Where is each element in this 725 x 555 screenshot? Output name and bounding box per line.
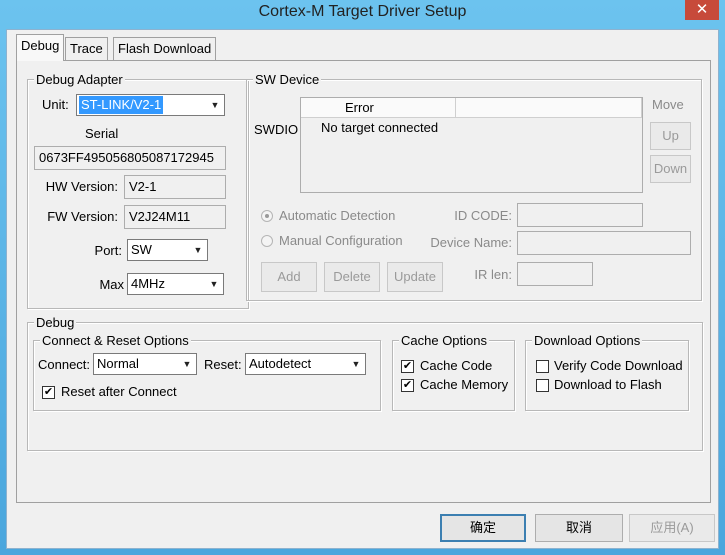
apply-button[interactable]: 应用(A) [629,514,715,542]
add-button[interactable]: Add [261,262,317,292]
reset-label: Reset: [204,357,242,372]
verify-download-checkbox[interactable] [536,360,549,373]
connect-value: Normal [97,356,139,371]
delete-button[interactable]: Delete [324,262,380,292]
list-item: No target connected [321,120,439,135]
port-label: Port: [94,243,122,258]
unit-value: ST-LINK/V2-1 [79,96,164,114]
chevron-down-icon: ▼ [182,359,192,369]
group-title: Download Options [532,333,643,348]
manual-config-radio[interactable] [261,235,273,247]
dialog-window: Cortex-M Target Driver Setup ✕ Debug Tra… [0,0,725,555]
port-value: SW [131,242,152,257]
download-to-flash-label: Download to Flash [554,377,662,392]
device-name-field [517,231,691,255]
download-to-flash-checkbox[interactable] [536,379,549,392]
tab-trace[interactable]: Trace [65,37,108,60]
verify-download-label: Verify Code Download [554,358,683,373]
reset-select[interactable]: Autodetect ▼ [245,353,366,375]
manual-config-label: Manual Configuration [279,233,403,248]
connect-label: Connect: [38,357,91,372]
hw-version-field: V2-1 [124,175,226,199]
id-code-field [517,203,643,227]
sw-device-list[interactable]: Error No target connected [300,97,643,193]
group-title: Connect & Reset Options [40,333,191,348]
ir-len-field [517,262,593,286]
unit-label: Unit: [42,97,69,112]
group-title: Debug [34,315,77,330]
dialog-client: Debug Trace Flash Download Debug Adapter… [6,29,719,549]
list-header-extra [456,98,642,118]
tab-flash-download[interactable]: Flash Download [113,37,217,60]
move-label: Move [652,97,684,112]
cache-memory-label: Cache Memory [420,377,509,392]
serial-label: Serial [85,126,119,141]
update-button[interactable]: Update [387,262,443,292]
id-code-label: ID CODE: [454,208,512,223]
cancel-button[interactable]: 取消 [535,514,623,542]
connect-reset-group: Connect & Reset Options Connect: Normal … [33,333,381,411]
fw-version-label: FW Version: [47,209,118,224]
move-down-button[interactable]: Down [650,155,691,183]
ok-button[interactable]: 确定 [440,514,526,542]
reset-after-connect-label: Reset after Connect [61,384,177,399]
port-select[interactable]: SW ▼ [127,239,208,261]
connect-select[interactable]: Normal ▼ [93,353,197,375]
cache-code-checkbox[interactable]: ✔ [401,360,414,373]
max-clock-select[interactable]: 4MHz ▼ [127,273,224,295]
title-bar: Cortex-M Target Driver Setup [0,0,725,26]
debug-options-group: Debug Connect & Reset Options Connect: N… [27,315,703,451]
chevron-down-icon: ▼ [209,279,219,289]
reset-value: Autodetect [249,356,312,371]
cache-memory-checkbox[interactable]: ✔ [401,379,414,392]
device-name-label: Device Name: [430,235,512,250]
serial-field: 0673FF495056805087172945 [34,146,226,170]
cache-options-group: Cache Options ✔ Cache Code ✔ Cache Memor… [392,333,515,411]
unit-select[interactable]: ST-LINK/V2-1 ▼ [76,94,225,116]
chevron-down-icon: ▼ [351,359,361,369]
hw-version-label: HW Version: [45,179,118,194]
max-clock-value: 4MHz [131,276,165,291]
reset-after-connect-checkbox[interactable]: ✔ [42,386,55,399]
auto-detection-radio[interactable] [261,210,273,222]
download-options-group: Download Options Verify Code Download Do… [525,333,689,411]
tab-debug[interactable]: Debug [16,34,65,61]
auto-detection-label: Automatic Detection [279,208,396,223]
window-title: Cortex-M Target Driver Setup [258,3,467,20]
group-title: Cache Options [399,333,489,348]
chevron-down-icon: ▼ [193,245,203,255]
debug-adapter-group: Debug Adapter Unit: ST-LINK/V2-1 ▼ Seria… [27,72,249,309]
list-header-error: Error [301,98,456,118]
move-up-button[interactable]: Up [650,122,691,150]
fw-version-field: V2J24M11 [124,205,226,229]
group-title: SW Device [253,72,322,87]
chevron-down-icon: ▼ [210,100,220,110]
cache-code-label: Cache Code [420,358,493,373]
sw-device-group: SW Device SWDIO Error No target connecte… [246,72,702,301]
close-icon[interactable]: ✕ [685,0,719,20]
swdio-label: SWDIO [254,122,299,137]
debug-tab-panel: Debug Adapter Unit: ST-LINK/V2-1 ▼ Seria… [16,60,711,503]
max-clock-label: Max [99,277,124,292]
group-title: Debug Adapter [34,72,125,87]
